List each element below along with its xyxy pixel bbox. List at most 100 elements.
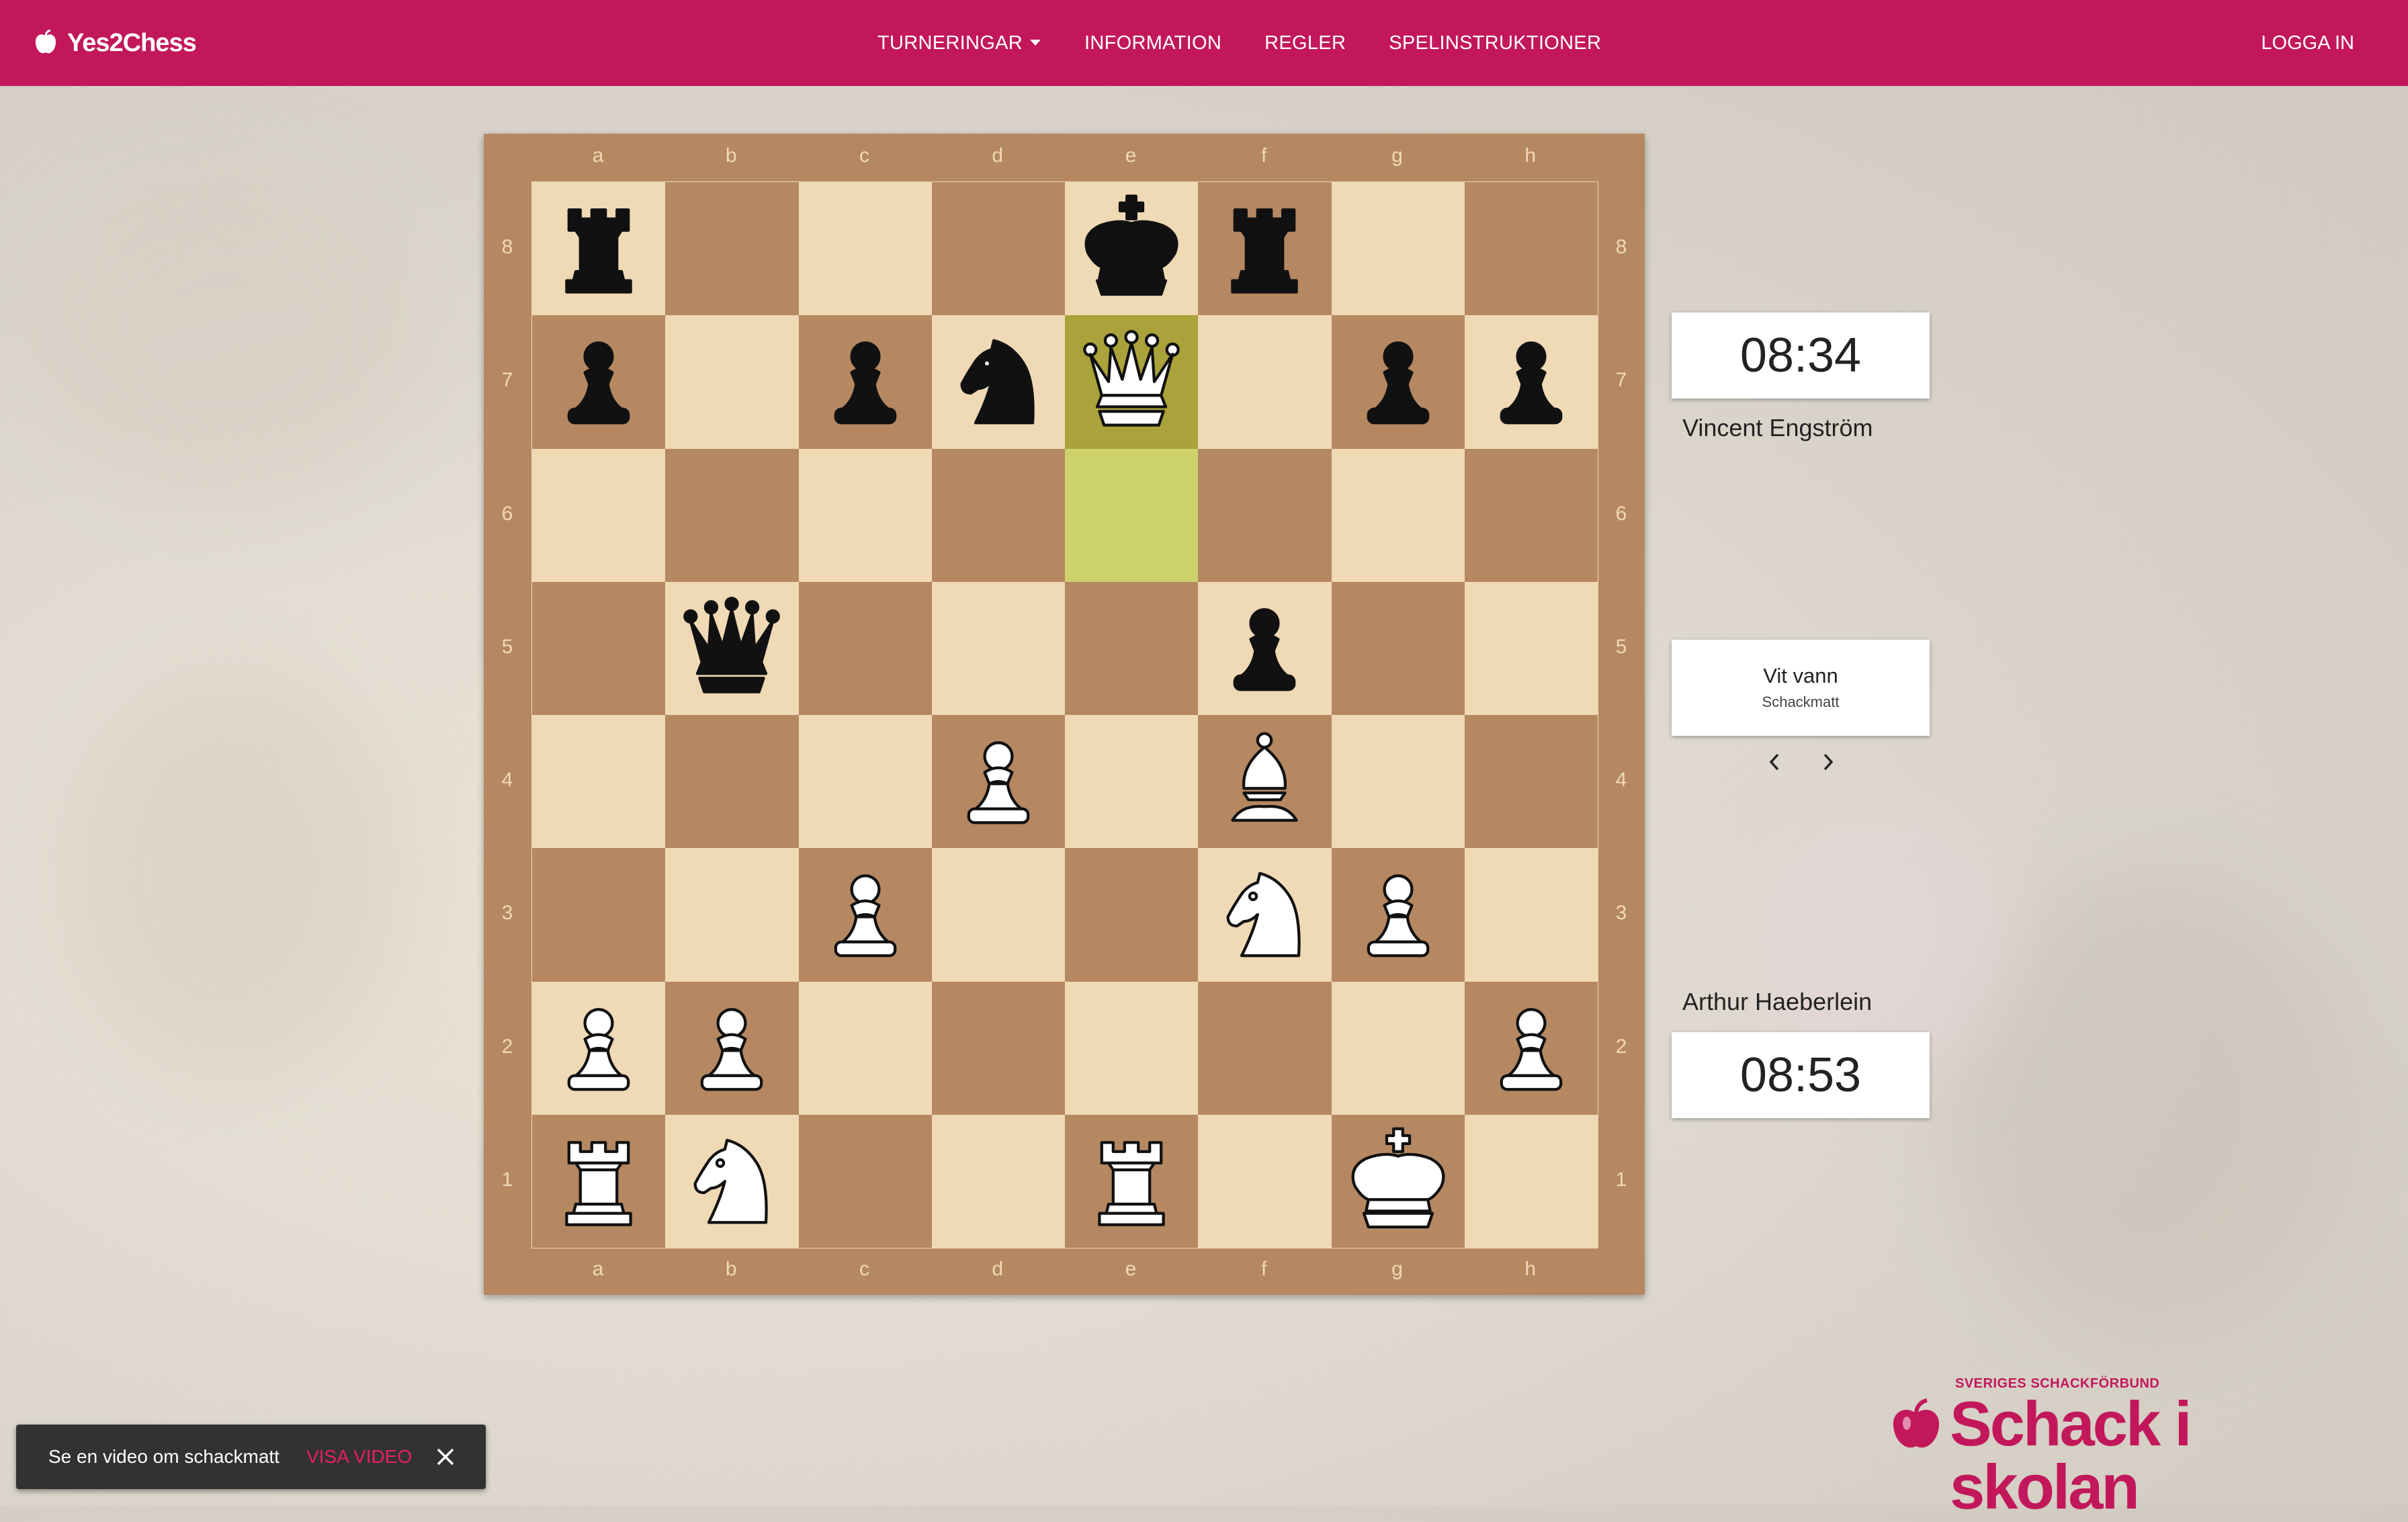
white-pawn-icon[interactable]: [542, 991, 656, 1105]
white-pawn-icon[interactable]: [941, 724, 1056, 839]
nav-item-regler[interactable]: REGLER: [1264, 32, 1346, 54]
square-b5[interactable]: [665, 581, 799, 715]
square-b6[interactable]: [665, 448, 799, 582]
square-e3[interactable]: [1065, 848, 1199, 982]
square-f4[interactable]: [1198, 715, 1332, 849]
square-f1[interactable]: [1198, 1114, 1332, 1248]
square-f8[interactable]: [1198, 182, 1332, 316]
white-bishop-icon[interactable]: [1207, 724, 1322, 839]
square-a4[interactable]: [532, 715, 666, 849]
square-c4[interactable]: [798, 715, 932, 849]
white-knight-icon[interactable]: [675, 1124, 789, 1238]
square-g3[interactable]: [1331, 848, 1465, 982]
square-a2[interactable]: [532, 981, 666, 1115]
white-queen-icon[interactable]: [1074, 325, 1189, 439]
square-h4[interactable]: [1464, 715, 1598, 849]
square-h5[interactable]: [1464, 581, 1598, 715]
square-g1[interactable]: [1331, 1114, 1465, 1248]
square-e4[interactable]: [1065, 715, 1199, 849]
square-g6[interactable]: [1331, 448, 1465, 582]
square-f6[interactable]: [1198, 448, 1332, 582]
black-king-icon[interactable]: [1074, 192, 1189, 306]
square-a5[interactable]: [532, 581, 666, 715]
black-pawn-icon[interactable]: [1341, 325, 1455, 439]
black-pawn-icon[interactable]: [1207, 591, 1322, 706]
snackbar-text: Se en video om schackmatt: [48, 1446, 280, 1467]
white-knight-icon[interactable]: [1207, 857, 1322, 972]
square-a1[interactable]: [532, 1114, 666, 1248]
square-d5[interactable]: [931, 581, 1065, 715]
black-rook-icon[interactable]: [542, 192, 656, 306]
nav-item-turneringar[interactable]: TURNERINGAR: [877, 32, 1041, 54]
square-d2[interactable]: [931, 981, 1065, 1115]
square-d4[interactable]: [931, 715, 1065, 849]
square-a6[interactable]: [532, 448, 666, 582]
nav-item-information[interactable]: INFORMATION: [1084, 32, 1221, 54]
square-b7[interactable]: [665, 315, 799, 449]
square-h2[interactable]: [1464, 981, 1598, 1115]
square-c3[interactable]: [798, 848, 932, 982]
black-pawn-icon[interactable]: [542, 325, 656, 439]
white-king-icon[interactable]: [1341, 1124, 1455, 1238]
black-knight-icon[interactable]: [941, 325, 1056, 439]
square-h1[interactable]: [1464, 1114, 1598, 1248]
white-pawn-icon[interactable]: [1341, 857, 1455, 972]
square-b3[interactable]: [665, 848, 799, 982]
square-f7[interactable]: [1198, 315, 1332, 449]
square-d1[interactable]: [931, 1114, 1065, 1248]
square-h8[interactable]: [1464, 182, 1598, 316]
square-c8[interactable]: [798, 182, 932, 316]
white-pawn-icon[interactable]: [1474, 991, 1588, 1105]
square-c1[interactable]: [798, 1114, 932, 1248]
square-f5[interactable]: [1198, 581, 1332, 715]
square-b1[interactable]: [665, 1114, 799, 1248]
square-e7[interactable]: [1065, 315, 1199, 449]
rank-label-1: 1: [501, 1168, 513, 1191]
square-b8[interactable]: [665, 182, 799, 316]
square-c7[interactable]: [798, 315, 932, 449]
black-pawn-icon[interactable]: [808, 325, 922, 439]
next-move-button[interactable]: [1813, 747, 1843, 777]
square-g5[interactable]: [1331, 581, 1465, 715]
square-h6[interactable]: [1464, 448, 1598, 582]
close-snackbar-button[interactable]: [432, 1443, 459, 1470]
square-e8[interactable]: [1065, 182, 1199, 316]
square-b4[interactable]: [665, 715, 799, 849]
square-e1[interactable]: [1065, 1114, 1199, 1248]
square-g7[interactable]: [1331, 315, 1465, 449]
square-d7[interactable]: [931, 315, 1065, 449]
square-a3[interactable]: [532, 848, 666, 982]
square-a8[interactable]: [532, 182, 666, 316]
square-d8[interactable]: [931, 182, 1065, 316]
square-e5[interactable]: [1065, 581, 1199, 715]
square-a7[interactable]: [532, 315, 666, 449]
square-g2[interactable]: [1331, 981, 1465, 1115]
result-subtitle: Schackmatt: [1762, 693, 1840, 710]
square-h7[interactable]: [1464, 315, 1598, 449]
white-rook-icon[interactable]: [1074, 1124, 1189, 1238]
square-c5[interactable]: [798, 581, 932, 715]
square-g4[interactable]: [1331, 715, 1465, 849]
square-g8[interactable]: [1331, 182, 1465, 316]
square-d3[interactable]: [931, 848, 1065, 982]
brand-logo[interactable]: Yes2Chess: [34, 26, 197, 60]
login-link[interactable]: LOGGA IN: [2261, 0, 2354, 86]
square-e6[interactable]: [1065, 448, 1199, 582]
square-c6[interactable]: [798, 448, 932, 582]
square-e2[interactable]: [1065, 981, 1199, 1115]
previous-move-button[interactable]: [1760, 747, 1789, 777]
black-pawn-icon[interactable]: [1474, 325, 1588, 439]
nav-item-spelinstruktioner[interactable]: SPELINSTRUKTIONER: [1389, 32, 1601, 54]
white-pawn-icon[interactable]: [675, 991, 789, 1105]
square-h3[interactable]: [1464, 848, 1598, 982]
white-pawn-icon[interactable]: [808, 857, 922, 972]
square-f3[interactable]: [1198, 848, 1332, 982]
square-f2[interactable]: [1198, 981, 1332, 1115]
show-video-button[interactable]: VISA VIDEO: [306, 1446, 412, 1468]
square-d6[interactable]: [931, 448, 1065, 582]
white-rook-icon[interactable]: [542, 1124, 656, 1238]
black-queen-icon[interactable]: [675, 591, 789, 706]
square-c2[interactable]: [798, 981, 932, 1115]
square-b2[interactable]: [665, 981, 799, 1115]
black-rook-icon[interactable]: [1207, 192, 1322, 306]
